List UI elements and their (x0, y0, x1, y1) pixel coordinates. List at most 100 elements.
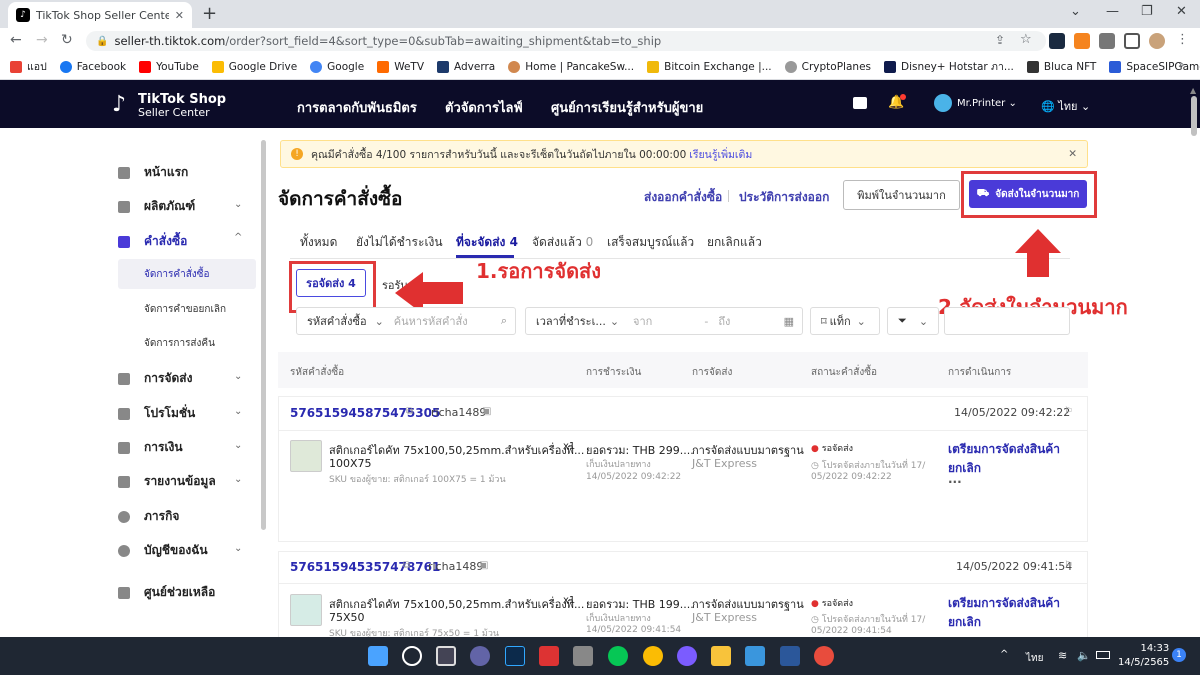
calculator-icon[interactable] (573, 646, 593, 666)
battery-icon[interactable] (1096, 651, 1110, 659)
bookmark-google[interactable]: Google (310, 60, 364, 73)
tray-chevron-icon[interactable]: ^ (1000, 649, 1008, 660)
sidebar-item-promotions[interactable]: โปรโมชั่น (118, 404, 195, 423)
camera-app-icon[interactable] (539, 646, 559, 666)
page-scrollbar-thumb[interactable] (1191, 96, 1197, 136)
sidebar-item-tasks[interactable]: ภารกิจ (118, 507, 179, 526)
tab-search-icon[interactable]: ⌄ (1070, 4, 1081, 19)
file-explorer-icon[interactable] (711, 646, 731, 666)
system-clock[interactable]: 14:33 14/5/2565 (1118, 642, 1169, 670)
order-id-link[interactable]: 576515945357478761 (290, 560, 440, 574)
sidebar-scrollbar[interactable] (261, 140, 266, 530)
word-icon[interactable] (780, 646, 800, 666)
filter-extra-box[interactable] (944, 307, 1070, 335)
product-name[interactable]: สติกเกอร์ไดคัท 75x100,50,25mm.สำหรับเครื… (329, 595, 584, 613)
search-icon[interactable] (402, 646, 422, 666)
calendar-icon[interactable]: ▦ (784, 315, 794, 328)
bookmark-bitcoin-exchange[interactable]: Bitcoin Exchange |... (647, 60, 772, 73)
nav-live-manager[interactable]: ตัวจัดการไลฟ์ (445, 97, 523, 118)
bookmark-facebook[interactable]: Facebook (59, 60, 126, 73)
copy-icon[interactable]: ⧉ (403, 560, 410, 571)
time-type-select[interactable]: เวลาที่ชำระเ... (536, 312, 606, 330)
search-icon[interactable]: ⌕ (501, 314, 507, 328)
profile-avatar[interactable] (1149, 33, 1165, 49)
sidebar-subitem-returns[interactable]: จัดการการส่งคืน (144, 336, 215, 351)
bookmark-cryptoplanes[interactable]: CryptoPlanes (784, 60, 871, 73)
tab-all[interactable]: ทั้งหมด (300, 233, 337, 252)
bookmark-disney-hotstar[interactable]: Disney+ Hotstar ภา... (884, 58, 1014, 75)
wifi-icon[interactable]: ≋ (1058, 649, 1067, 662)
cancel-order-link[interactable]: ยกเลิก (948, 613, 981, 632)
bulk-ship-button[interactable]: ⛟ จัดส่งในจำนวนมาก (969, 180, 1087, 208)
puzzle-icon[interactable] (1099, 33, 1115, 49)
buyer-name[interactable]: richa1489 (431, 406, 486, 419)
sidebar-item-home[interactable]: หน้าแรก (118, 163, 188, 182)
bookmark-star-icon[interactable]: ☆ (1020, 32, 1032, 47)
bookmark-icon[interactable]: ⚐ (1064, 560, 1073, 571)
sidebar-item-account[interactable]: บัญชีของฉัน (118, 541, 208, 560)
tab-unpaid[interactable]: ยังไม่ได้ชำระเงิน (356, 233, 443, 252)
more-actions-icon[interactable]: ... (948, 472, 962, 486)
chat-icon[interactable] (853, 97, 867, 109)
tab-shipped[interactable]: จัดส่งแล้ว 0 (532, 233, 593, 252)
order-id-link[interactable]: 576515945875475305 (290, 406, 440, 420)
share-icon[interactable]: ⇪ (995, 33, 1005, 47)
sidebar-subitem-manage-orders[interactable]: จัดการคำสั่งซื้อ (144, 267, 209, 282)
photoshop-icon[interactable] (505, 646, 525, 666)
user-avatar[interactable] (934, 94, 952, 112)
store-icon[interactable] (745, 646, 765, 666)
arrange-shipment-link[interactable]: เตรียมการจัดส่งสินค้า (948, 440, 1060, 459)
bookmark-adverra[interactable]: Adverra (437, 60, 495, 73)
sidebar-item-finance[interactable]: การเงิน (118, 438, 183, 457)
export-orders-link[interactable]: ส่งออกคำสั่งซื้อ (644, 188, 722, 207)
tab-completed[interactable]: เสร็จสมบูรณ์แล้ว (607, 233, 694, 252)
learn-more-link[interactable]: เรียนรู้เพิ่มเติม (689, 146, 752, 163)
tab-to-ship[interactable]: ที่จะจัดส่ง 4 (456, 233, 518, 252)
minimize-icon[interactable]: — (1106, 4, 1119, 19)
forward-icon[interactable]: → (36, 32, 48, 48)
sidebar-item-shipping[interactable]: การจัดส่ง (118, 369, 192, 388)
tab-cancelled[interactable]: ยกเลิกแล้ว (707, 233, 762, 252)
chrome-profile-icon[interactable] (814, 646, 834, 666)
chrome-icon[interactable] (643, 646, 663, 666)
extension-icon[interactable] (1049, 33, 1065, 49)
user-menu[interactable]: Mr.Printer ⌄ (957, 98, 1017, 109)
sidepanel-icon[interactable] (1124, 33, 1140, 49)
order-search-input[interactable]: ค้นหารหัสคำสั่ง (394, 312, 468, 330)
input-language[interactable]: ไทย (1026, 651, 1043, 666)
bookmark-icon[interactable]: ⚐ (1064, 406, 1073, 417)
sidebar-subitem-cancellations[interactable]: จัดการคำขอยกเลิก (144, 302, 226, 317)
nav-affiliate-marketing[interactable]: การตลาดกับพันธมิตร (297, 97, 417, 118)
bookmark-youtube[interactable]: YouTube (139, 60, 199, 73)
back-icon[interactable]: ← (10, 32, 22, 48)
line-icon[interactable] (608, 646, 628, 666)
messenger-icon[interactable] (677, 646, 697, 666)
metamask-icon[interactable] (1074, 33, 1090, 49)
buyer-name[interactable]: richa1489 (428, 560, 483, 573)
arrange-shipment-link[interactable]: เตรียมการจัดส่งสินค้า (948, 594, 1060, 613)
product-thumbnail[interactable] (290, 594, 322, 626)
date-to-input[interactable]: ถึง (718, 312, 730, 330)
chat-icon[interactable]: ▣ (479, 560, 488, 571)
address-bar[interactable]: 🔒 seller-th.tiktok.com/order?sort_field=… (86, 31, 1046, 51)
maximize-icon[interactable]: ❐ (1141, 4, 1153, 19)
language-switcher[interactable]: 🌐 ไทย ⌄ (1041, 97, 1090, 115)
bulk-print-button[interactable]: พิมพ์ในจำนวนมาก (843, 180, 960, 210)
nav-seller-university[interactable]: ศูนย์การเรียนรู้สำหรับผู้ขาย (551, 97, 703, 118)
more-filters-button[interactable]: ⏷ ⌄ (887, 307, 939, 335)
reload-icon[interactable]: ↻ (61, 32, 73, 48)
product-thumbnail[interactable] (290, 440, 322, 472)
task-view-icon[interactable] (436, 646, 456, 666)
browser-tab[interactable]: ♪ TikTok Shop Seller Center | Thaila ✕ (8, 2, 192, 28)
bookmark-google-drive[interactable]: Google Drive (211, 60, 297, 73)
tag-filter[interactable]: ⌑ แท็ก ⌄ (810, 307, 880, 335)
bookmark-apps[interactable]: แอป (10, 58, 47, 75)
sidebar-item-products[interactable]: ผลิตภัณฑ์ (118, 197, 195, 216)
bookmarks-overflow-icon[interactable]: » (1178, 58, 1185, 71)
bookmark-wetv[interactable]: WeTV (377, 60, 424, 73)
chat-icon[interactable]: ▣ (482, 406, 491, 417)
bookmark-spacesipgame[interactable]: SpaceSIPGame (1109, 60, 1200, 73)
bookmark-pancakeswap[interactable]: Home | PancakeSw... (508, 60, 634, 73)
copy-icon[interactable]: ⧉ (406, 406, 413, 417)
notification-badge[interactable]: 1 (1172, 648, 1186, 662)
